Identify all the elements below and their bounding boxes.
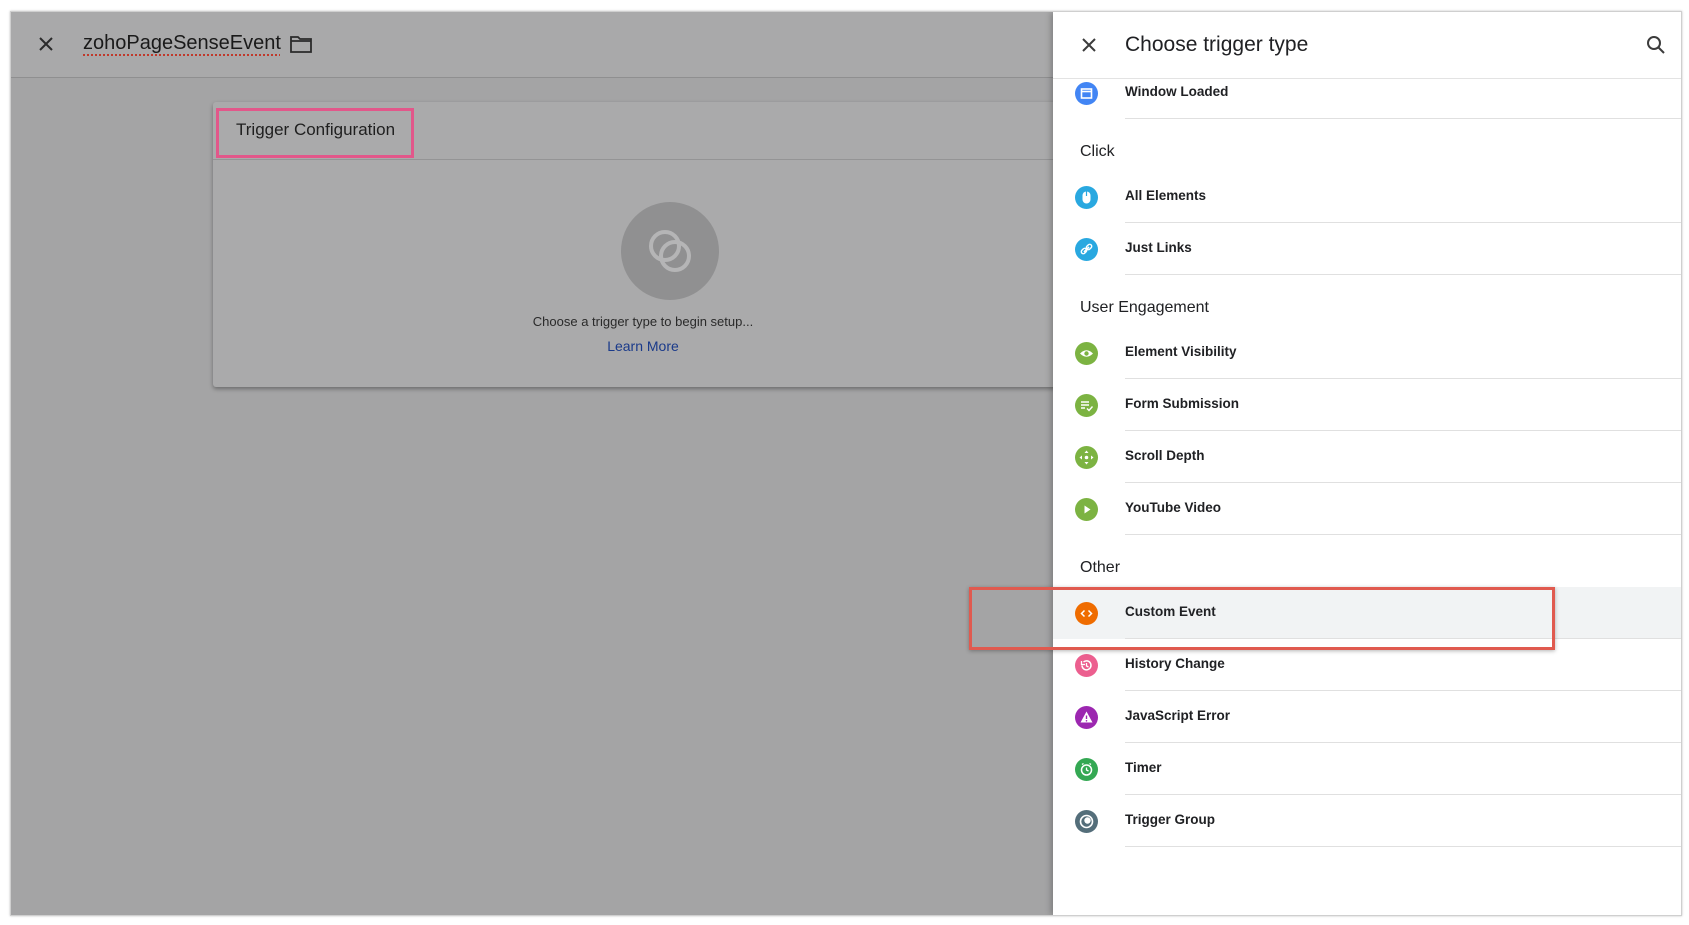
tag-name-input[interactable]: zohoPageSenseEvent bbox=[83, 32, 281, 55]
highlight-box bbox=[216, 108, 414, 158]
editor-topbar: zohoPageSenseEvent bbox=[11, 12, 1053, 78]
choose-trigger-type-panel: Choose trigger type Window Loaded Click … bbox=[1053, 12, 1681, 915]
highlight-box bbox=[969, 587, 1555, 650]
search-icon[interactable] bbox=[1645, 34, 1667, 56]
section-title-click: Click bbox=[1080, 143, 1115, 160]
divider bbox=[1125, 846, 1681, 847]
trigger-item-trigger-group[interactable]: Trigger Group bbox=[1053, 795, 1681, 847]
close-icon[interactable] bbox=[34, 32, 58, 56]
divider bbox=[1125, 274, 1681, 275]
trigger-item-label: YouTube Video bbox=[1125, 500, 1222, 515]
window-frame: zohoPageSenseEvent Trigger Configuration… bbox=[10, 11, 1682, 916]
eye-icon bbox=[1075, 342, 1098, 365]
history-icon bbox=[1075, 654, 1098, 677]
trigger-item-label: JavaScript Error bbox=[1125, 708, 1231, 723]
trigger-editor: zohoPageSenseEvent Trigger Configuration… bbox=[11, 12, 1073, 915]
trigger-item-label: Form Submission bbox=[1125, 396, 1240, 411]
trigger-item-label: History Change bbox=[1125, 656, 1225, 671]
trigger-item-label: Scroll Depth bbox=[1125, 448, 1205, 463]
window-icon bbox=[1075, 82, 1098, 105]
learn-more-link[interactable]: Learn More bbox=[213, 338, 1073, 354]
trigger-item-label: All Elements bbox=[1125, 188, 1207, 203]
close-icon[interactable] bbox=[1078, 34, 1100, 56]
trigger-item-label: Element Visibility bbox=[1125, 344, 1237, 359]
divider bbox=[1125, 534, 1681, 535]
trigger-group-icon bbox=[1075, 810, 1098, 833]
overlap-circles-icon bbox=[649, 230, 691, 272]
timer-icon bbox=[1075, 758, 1098, 781]
divider bbox=[1125, 118, 1681, 119]
scroll-icon bbox=[1075, 446, 1098, 469]
trigger-placeholder-icon[interactable] bbox=[621, 202, 719, 300]
trigger-item-form-submission[interactable]: Form Submission bbox=[1053, 379, 1681, 431]
trigger-item-label: Timer bbox=[1125, 760, 1162, 775]
trigger-configuration-card[interactable]: Trigger Configuration Choose a trigger t… bbox=[213, 102, 1073, 387]
trigger-item-label: Just Links bbox=[1125, 240, 1192, 255]
section-title-user-engagement: User Engagement bbox=[1080, 299, 1209, 316]
play-icon bbox=[1075, 498, 1098, 521]
trigger-item-youtube-video[interactable]: YouTube Video bbox=[1053, 483, 1681, 535]
section-title-other: Other bbox=[1080, 559, 1121, 576]
trigger-item-label: Trigger Group bbox=[1125, 812, 1216, 827]
trigger-item-just-links[interactable]: Just Links bbox=[1053, 223, 1681, 275]
folder-icon[interactable] bbox=[289, 34, 313, 54]
trigger-item-element-visibility[interactable]: Element Visibility bbox=[1053, 327, 1681, 379]
choose-trigger-hint: Choose a trigger type to begin setup... bbox=[532, 314, 754, 329]
trigger-item-all-elements[interactable]: All Elements bbox=[1053, 171, 1681, 223]
trigger-item-label: Window Loaded bbox=[1125, 84, 1229, 99]
panel-title: Choose trigger type bbox=[1125, 33, 1309, 56]
trigger-item-timer[interactable]: Timer bbox=[1053, 743, 1681, 795]
trigger-item-javascript-error[interactable]: JavaScript Error bbox=[1053, 691, 1681, 743]
trigger-item-scroll-depth[interactable]: Scroll Depth bbox=[1053, 431, 1681, 483]
mouse-icon bbox=[1075, 186, 1098, 209]
form-icon bbox=[1075, 394, 1098, 417]
trigger-item-window-loaded[interactable]: Window Loaded bbox=[1053, 67, 1681, 119]
link-icon bbox=[1075, 238, 1098, 261]
warning-icon bbox=[1075, 706, 1098, 729]
